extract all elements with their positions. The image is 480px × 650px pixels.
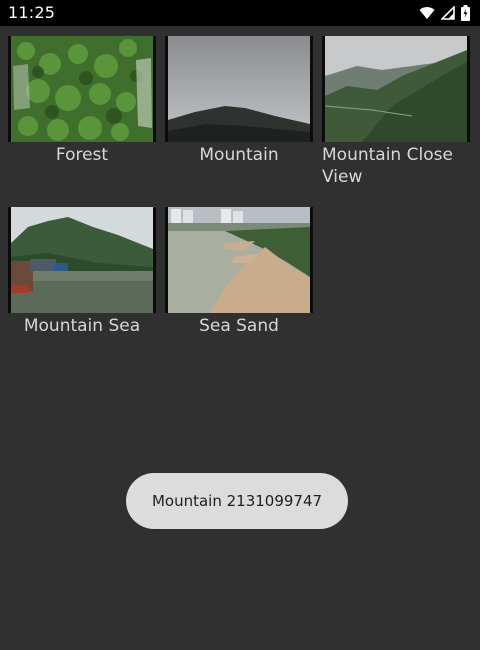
- mountain-close-view-label: Mountain Close View: [322, 145, 453, 187]
- wifi-icon: [419, 7, 435, 20]
- mountain-sea-image: [8, 207, 156, 313]
- battery-icon: [461, 5, 470, 21]
- gallery-item-mountain-close-view[interactable]: Mountain Close View: [322, 36, 470, 187]
- mountain-close-view-thumbnail[interactable]: [322, 36, 470, 142]
- sea-sand-image: [165, 207, 313, 313]
- mountain-image: [165, 36, 313, 142]
- mountain-label: Mountain: [199, 145, 279, 165]
- status-bar: 11:25: [0, 0, 480, 26]
- gallery-item-mountain-sea[interactable]: Mountain Sea: [8, 207, 156, 336]
- gallery-item-forest[interactable]: Forest: [8, 36, 156, 165]
- status-icons: [419, 4, 470, 22]
- mountain-sea-thumbnail[interactable]: [8, 207, 156, 313]
- mountain-close-view-image: [322, 36, 470, 142]
- toast-message: Mountain 2131099747: [126, 473, 348, 529]
- forest-label: Forest: [55, 145, 109, 165]
- cell-signal-icon: [441, 6, 455, 20]
- sea-sand-label: Sea Sand: [199, 316, 279, 336]
- gallery-item-mountain[interactable]: Mountain: [165, 36, 313, 165]
- status-time: 11:25: [8, 3, 56, 22]
- forest-thumbnail[interactable]: [8, 36, 156, 142]
- sea-sand-thumbnail[interactable]: [165, 207, 313, 313]
- forest-image: [8, 36, 156, 142]
- mountain-sea-label: Mountain Sea: [23, 316, 141, 336]
- gallery-item-sea-sand[interactable]: Sea Sand: [165, 207, 313, 336]
- mountain-thumbnail[interactable]: [165, 36, 313, 142]
